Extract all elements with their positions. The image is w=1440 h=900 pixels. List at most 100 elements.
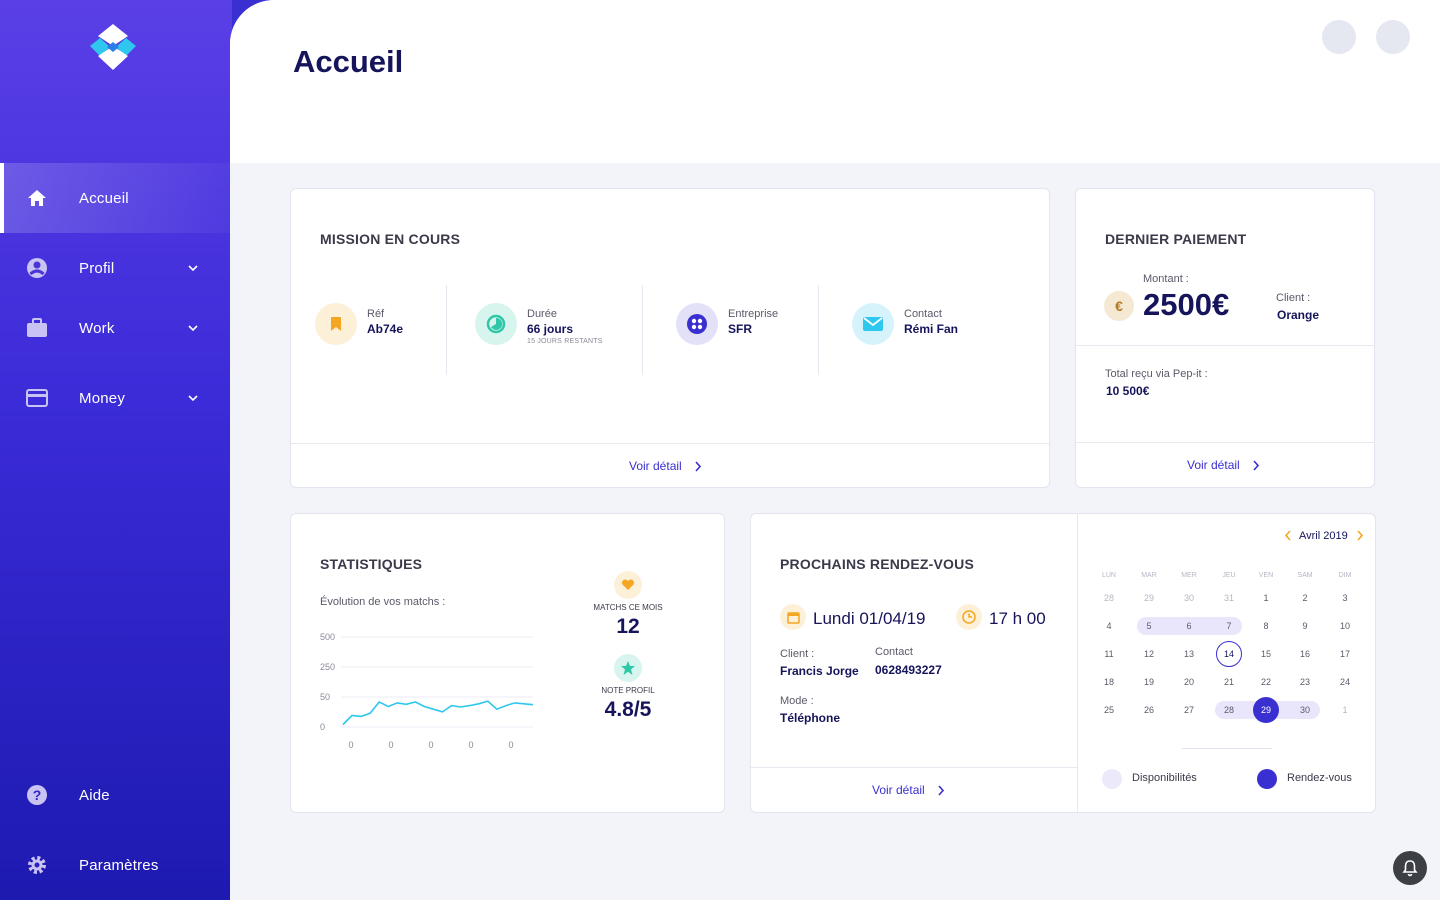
calendar-day[interactable]: 5 <box>1134 617 1164 635</box>
calendar-day[interactable]: 11 <box>1094 645 1124 663</box>
calendar-day[interactable]: 13 <box>1174 645 1204 663</box>
x-tick-label: 0 <box>388 740 393 750</box>
weekday-label: LUN <box>1101 572 1116 579</box>
divider <box>751 767 1077 768</box>
client-label: Client : <box>1276 292 1311 304</box>
calendar-day[interactable]: 6 <box>1174 617 1204 635</box>
calendar-day[interactable]: 25 <box>1094 701 1124 719</box>
mission-entreprise: Entreprise SFR <box>676 303 778 345</box>
help-icon: ? <box>26 784 48 806</box>
calendar-month: Avril 2019 <box>1299 530 1348 542</box>
calendar-day[interactable]: 28 <box>1094 589 1124 607</box>
note-value: 4.8/5 <box>604 698 652 721</box>
entreprise-value: SFR <box>728 322 752 336</box>
divider <box>1076 345 1374 346</box>
chart-subtitle: Évolution de vos matchs : <box>320 596 446 608</box>
calendar-day[interactable]: 1 <box>1330 701 1360 719</box>
calendar-day[interactable]: 20 <box>1174 673 1204 691</box>
chevron-right-icon <box>1253 459 1259 471</box>
notification-button[interactable] <box>1393 851 1427 885</box>
calendar-day[interactable]: 16 <box>1290 645 1320 663</box>
calendar-day[interactable]: 30 <box>1174 589 1204 607</box>
sidebar-item-label: Work <box>79 319 115 337</box>
chevron-down-icon[interactable] <box>186 321 200 335</box>
calendar-day[interactable]: 29 <box>1134 589 1164 607</box>
home-icon <box>26 187 48 209</box>
calendar-day[interactable]: 24 <box>1330 673 1360 691</box>
chevron-right-icon[interactable] <box>1356 530 1364 541</box>
user-icon <box>26 257 48 279</box>
avatar[interactable] <box>1376 20 1410 54</box>
montant-value: 2500€ <box>1143 287 1230 322</box>
calendar-day[interactable]: 15 <box>1251 645 1281 663</box>
legend-rdv-dot <box>1257 769 1277 789</box>
calendar-day[interactable]: 18 <box>1094 673 1124 691</box>
sidebar-item-label: Money <box>79 389 126 407</box>
voir-detail-link[interactable]: Voir détail <box>629 459 702 473</box>
calendar-day[interactable]: 3 <box>1330 589 1360 607</box>
calendar-day[interactable]: 19 <box>1134 673 1164 691</box>
logo-icon[interactable] <box>88 22 138 72</box>
calendar-day[interactable]: 26 <box>1134 701 1164 719</box>
voir-detail-label: Voir détail <box>872 783 925 797</box>
calendar-day[interactable]: 21 <box>1214 673 1244 691</box>
sidebar-item-label: Accueil <box>79 189 129 207</box>
calendar-day[interactable]: 29 <box>1253 697 1279 723</box>
calendar-day[interactable]: 2 <box>1290 589 1320 607</box>
x-tick-label: 0 <box>508 740 513 750</box>
chevron-left-icon[interactable] <box>1284 530 1292 541</box>
sidebar-item-money[interactable]: Money <box>0 363 232 433</box>
chevron-down-icon[interactable] <box>186 391 200 405</box>
voir-detail-link[interactable]: Voir détail <box>872 783 945 797</box>
briefcase-icon <box>26 317 48 339</box>
client-value: Orange <box>1277 308 1320 322</box>
calendar-day[interactable]: 30 <box>1290 701 1320 719</box>
ref-label: Réf <box>367 308 385 320</box>
sidebar-item-parametres[interactable]: Paramètres <box>0 830 232 900</box>
bell-icon <box>1402 860 1418 877</box>
calendar-day[interactable]: 9 <box>1290 617 1320 635</box>
chevron-right-icon <box>695 460 701 472</box>
rdv-time: 17 h 00 <box>989 609 1046 628</box>
weekday-label: JEU <box>1222 572 1236 579</box>
main-content: Accueil MISSION EN COURS Réf Ab74e Durée… <box>230 0 1440 900</box>
calendar-day[interactable]: 28 <box>1214 701 1244 719</box>
header-button[interactable] <box>1322 20 1356 54</box>
client-label: Client : <box>780 648 815 660</box>
calendar-day[interactable]: 27 <box>1174 701 1204 719</box>
mission-ref: Réf Ab74e <box>315 303 403 345</box>
matchs-line-chart: 5002505000 0 0 0 0 <box>320 632 534 750</box>
voir-detail-link[interactable]: Voir détail <box>1187 458 1260 472</box>
calendar-day[interactable]: 8 <box>1251 617 1281 635</box>
sidebar-item-work[interactable]: Work <box>0 293 232 363</box>
duree-remaining: 15 JOURS RESTANTS <box>527 338 603 345</box>
calendar-day[interactable]: 12 <box>1134 645 1164 663</box>
calendar-day[interactable]: 14 <box>1216 641 1242 667</box>
calendar-day[interactable]: 7 <box>1214 617 1244 635</box>
sidebar-item-aide[interactable]: ? Aide <box>0 760 232 830</box>
calendar-day[interactable]: 17 <box>1330 645 1360 663</box>
weekday-label: SAM <box>1297 572 1313 579</box>
bookmark-icon <box>315 303 357 345</box>
y-tick-label: 50 <box>320 692 330 702</box>
euro-icon: € <box>1104 291 1134 321</box>
chevron-down-icon[interactable] <box>186 261 200 275</box>
calendar-day[interactable]: 10 <box>1330 617 1360 635</box>
sidebar-item-label: Profil <box>79 259 115 277</box>
chevron-right-icon <box>938 784 944 796</box>
calendar: Avril 2019 LUN MAR MER JEU VEN SAM DIM 28 29 30 31… <box>1078 514 1376 812</box>
calendar-day[interactable]: 31 <box>1214 589 1244 607</box>
matchs-label: MATCHS CE MOIS <box>593 603 663 612</box>
contact-label: Contact <box>875 646 913 658</box>
divider <box>1076 442 1374 443</box>
divider <box>291 443 1049 444</box>
voir-detail-label: Voir détail <box>629 459 682 473</box>
calendar-day[interactable]: 22 <box>1251 673 1281 691</box>
calendar-day[interactable]: 4 <box>1094 617 1124 635</box>
mode-label: Mode : <box>780 695 814 707</box>
calendar-day[interactable]: 1 <box>1251 589 1281 607</box>
duree-value: 66 jours <box>527 322 574 336</box>
payment-card: DERNIER PAIEMENT Montant : € 2500€ Clien… <box>1075 188 1375 488</box>
sidebar-item-accueil[interactable]: Accueil <box>0 163 232 233</box>
calendar-day[interactable]: 23 <box>1290 673 1320 691</box>
